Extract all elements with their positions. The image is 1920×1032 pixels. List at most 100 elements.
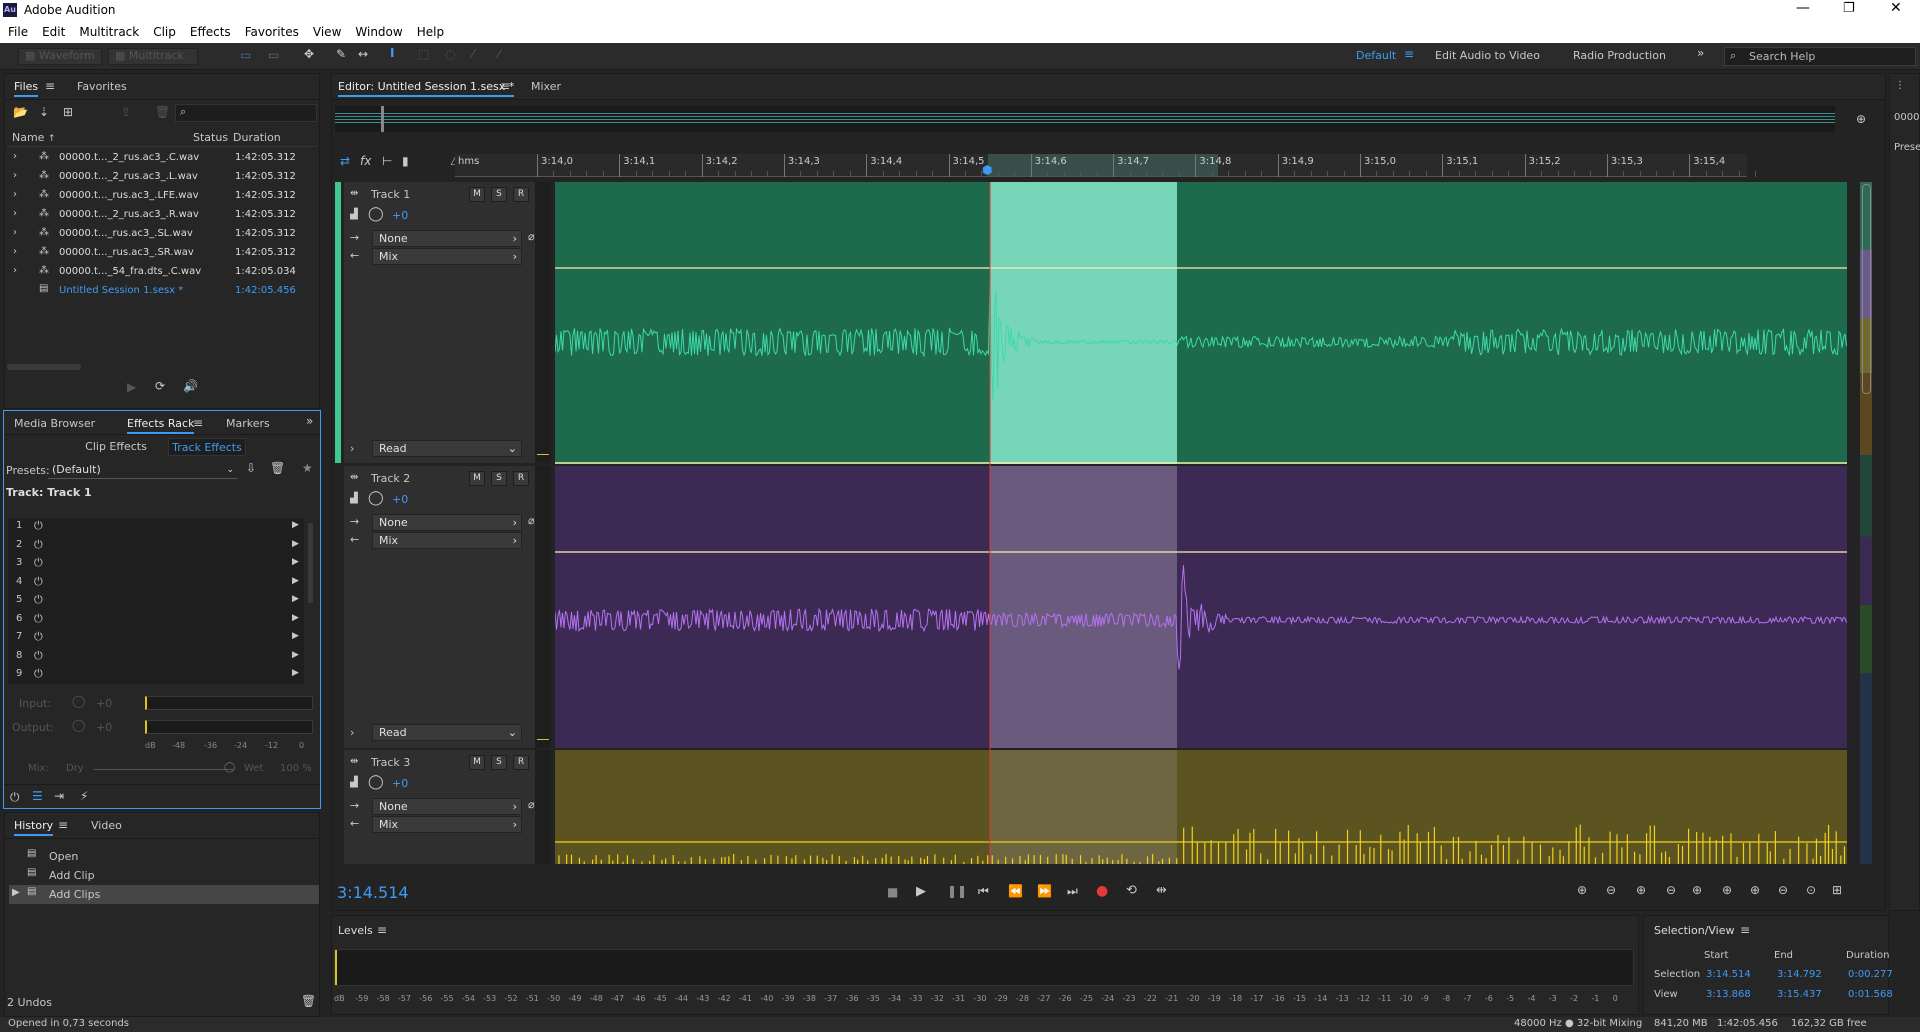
power-icon[interactable]: ⏻ xyxy=(34,612,43,626)
panel-overflow-icon[interactable]: » xyxy=(306,414,313,428)
selection-view-menu-icon[interactable]: ≡ xyxy=(1740,923,1750,937)
file-filter-field[interactable]: ⌕ xyxy=(175,104,317,122)
expand-icon[interactable]: › xyxy=(13,170,17,181)
workspace-default[interactable]: Default xyxy=(1356,49,1396,62)
brush-tool-icon[interactable]: ⁄ xyxy=(472,47,474,61)
menu-favorites[interactable]: Favorites xyxy=(238,21,306,43)
sends-icon[interactable]: ⊢ xyxy=(382,154,392,168)
mix-slider[interactable] xyxy=(94,769,234,770)
vertical-scrollbar[interactable] xyxy=(1862,184,1871,394)
slot-menu-arrow-icon[interactable]: ▶ xyxy=(292,613,299,623)
history-item[interactable]: ▤ Add Clip xyxy=(9,866,319,885)
move-tool-icon[interactable]: ✥ xyxy=(304,47,314,61)
tab-track-effects[interactable]: Track Effects xyxy=(168,438,246,456)
track-grip-icon[interactable]: ⇹ xyxy=(350,188,358,199)
tab-history[interactable]: History xyxy=(14,819,54,836)
effects-rack-menu-icon[interactable]: ≡ xyxy=(193,416,203,430)
track-1-name[interactable]: Track 1 xyxy=(371,188,410,201)
track-3-name[interactable]: Track 3 xyxy=(371,756,410,769)
toggle-switch-icon[interactable]: ⇄ xyxy=(340,154,350,168)
menu-effects[interactable]: Effects xyxy=(183,21,238,43)
list-item[interactable]: › ⁂ 00000.t..._2_rus.ac3_.L.wav 1:42:05.312 xyxy=(5,168,319,187)
history-menu-icon[interactable]: ≡ xyxy=(58,818,68,832)
menu-view[interactable]: View xyxy=(306,21,348,43)
slot-menu-arrow-icon[interactable]: ▶ xyxy=(292,539,299,549)
go-to-start-icon[interactable]: ⏮ xyxy=(978,884,989,899)
expand-icon[interactable]: › xyxy=(13,265,17,276)
lightning-icon[interactable]: ⚡ xyxy=(80,789,88,803)
slot-menu-arrow-icon[interactable]: ▶ xyxy=(292,520,299,530)
record-arm-button[interactable]: R xyxy=(513,755,529,770)
panel-menu-icon[interactable]: ⋮ xyxy=(1895,80,1905,91)
delete-preset-icon[interactable]: 🗑 xyxy=(270,461,285,475)
workspace-edit-audio-to-video[interactable]: Edit Audio to Video xyxy=(1435,49,1540,62)
maximize-icon[interactable]: ❐ xyxy=(1843,1,1855,16)
new-file-icon[interactable]: ⊞ xyxy=(63,105,73,119)
list-item[interactable]: › ⁂ 00000.t..._rus.ac3_.SL.wav 1:42:05.312 xyxy=(5,225,319,244)
zoom-selection-icon[interactable]: ⊙ xyxy=(1806,883,1816,897)
preview-loop-icon[interactable]: ⟳ xyxy=(155,379,165,393)
selection-start[interactable]: 3:14.514 xyxy=(1706,969,1751,980)
solo-button[interactable]: S xyxy=(491,755,507,770)
import-file-icon[interactable]: ⇣ xyxy=(39,105,49,119)
favorite-star-icon[interactable]: ★ xyxy=(302,461,313,475)
effect-slot[interactable]: 2 ⏻ ▶ xyxy=(8,537,304,556)
menu-window[interactable]: Window xyxy=(348,21,409,43)
power-icon[interactable]: ⏻ xyxy=(34,649,43,663)
track-volume[interactable]: +0 xyxy=(392,209,408,222)
zoom-in-right-icon[interactable]: ⊕ xyxy=(1750,883,1760,897)
clear-history-icon[interactable]: 🗑 xyxy=(301,994,316,1008)
marquee-tool-icon[interactable]: ⬚ xyxy=(418,47,429,61)
power-icon[interactable]: ⏻ xyxy=(34,538,43,552)
column-duration[interactable]: Duration xyxy=(233,131,281,144)
insert-effect-icon[interactable]: ⇥ xyxy=(54,789,64,803)
automation-mode-select[interactable]: Read ⌄ xyxy=(372,724,522,741)
tab-files[interactable]: Files xyxy=(14,80,39,97)
track-output-select[interactable]: Mix › xyxy=(372,816,522,833)
effect-slot[interactable]: 1 ⏻ ▶ xyxy=(8,518,304,537)
automation-mode-select[interactable]: Read ⌄ xyxy=(372,440,522,457)
history-item[interactable]: ▶ ▤ Add Clips xyxy=(9,885,319,904)
files-menu-icon[interactable]: ≡ xyxy=(45,79,55,93)
effect-slot[interactable]: 4 ⏻ ▶ xyxy=(8,574,304,593)
pause-icon[interactable]: ❚❚ xyxy=(947,884,967,898)
close-icon[interactable]: ✕ xyxy=(1890,0,1902,16)
effect-slot[interactable]: 3 ⏻ ▶ xyxy=(8,555,304,574)
pitch-icon[interactable]: ▭ xyxy=(268,48,279,62)
healing-tool-icon[interactable]: ⁄ xyxy=(498,47,500,61)
input-knob-icon[interactable]: ◯ xyxy=(72,694,85,708)
workspace-radio-production[interactable]: Radio Production xyxy=(1573,49,1666,62)
expand-icon[interactable]: › xyxy=(13,189,17,200)
zoom-reset-icon[interactable]: ⊞ xyxy=(1832,883,1842,897)
mute-button[interactable]: M xyxy=(469,187,485,202)
spectral-icon[interactable]: ▭ xyxy=(240,48,251,62)
power-icon[interactable]: ⏻ xyxy=(34,667,43,681)
selection-duration[interactable]: 0:00.277 xyxy=(1848,969,1893,980)
editor-menu-icon[interactable]: ≡ xyxy=(500,79,510,93)
expand-icon[interactable]: › xyxy=(13,227,17,238)
tab-markers[interactable]: Markers xyxy=(226,417,270,430)
list-item[interactable]: › ⁂ 00000.t..._54_fra.dts_.C.wav 1:42:05.03… xyxy=(5,263,319,282)
menu-edit[interactable]: Edit xyxy=(35,21,72,43)
save-preset-icon[interactable]: ⇩ xyxy=(246,461,256,475)
solo-button[interactable]: S xyxy=(491,471,507,486)
zoom-out-full-icon[interactable]: ⊖ xyxy=(1778,883,1788,897)
list-item[interactable]: › ⁂ 00000.t..._rus.ac3_.LFE.wav 1:42:05.312 xyxy=(5,187,319,206)
mute-button[interactable]: M xyxy=(469,471,485,486)
slot-menu-arrow-icon[interactable]: ▶ xyxy=(292,594,299,604)
slots-scrollbar[interactable] xyxy=(308,523,313,603)
view-start[interactable]: 3:13.868 xyxy=(1706,989,1751,1000)
search-help-field[interactable]: ⌕ Search Help xyxy=(1724,47,1916,66)
effect-slot[interactable]: 7 ⏻ ▶ xyxy=(8,629,304,648)
output-knob-icon[interactable]: ◯ xyxy=(72,718,85,732)
current-time[interactable]: 3:14.514 xyxy=(337,883,409,902)
record-arm-button[interactable]: R xyxy=(513,471,529,486)
tab-mixer[interactable]: Mixer xyxy=(531,80,561,93)
levels-menu-icon[interactable]: ≡ xyxy=(377,923,387,937)
zoom-in-amplitude-icon[interactable]: ⊕ xyxy=(1577,883,1587,897)
tab-favorites[interactable]: Favorites xyxy=(77,80,127,93)
session-list-item[interactable]: ▤ Untitled Session 1.sesx * 1:42:05.456 xyxy=(5,282,319,301)
slot-menu-arrow-icon[interactable]: ▶ xyxy=(292,576,299,586)
column-name[interactable]: Name ↑ xyxy=(12,131,56,144)
track-volume[interactable]: +0 xyxy=(392,493,408,506)
